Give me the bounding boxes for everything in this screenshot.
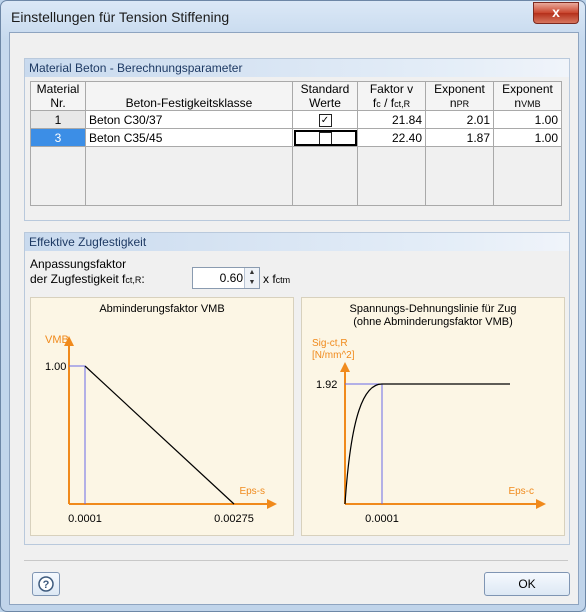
chart-sigma: Spannungs-Dehnungslinie für Zug (ohne Ab… <box>301 297 565 536</box>
x-axis-arrow <box>536 499 546 509</box>
col-header-npr: Exponent nPR <box>425 81 494 111</box>
row-nr-selected[interactable]: 3 <box>30 128 86 147</box>
factor-spinner-value[interactable]: 0.60 <box>220 271 243 285</box>
chart-vmb-plot: VMB Eps-s 1.00 0.0001 0.00275 <box>45 334 277 525</box>
ok-button[interactable]: OK <box>484 572 570 596</box>
row-class[interactable]: Beton C35/45 <box>85 128 293 147</box>
window-title: Einstellungen für Tension Stiffening <box>11 9 230 25</box>
title-bar: Einstellungen für Tension Stiffening x <box>1 1 585 31</box>
material-panel-header: Material Beton - Berechnungsparameter <box>25 59 569 77</box>
effective-panel: Effektive Zugfestigkeit Anpassungsfaktor… <box>24 232 570 545</box>
y-axis-label: Sig-ct,R <box>312 338 348 349</box>
col-header-nr: Material Nr. <box>30 81 86 111</box>
close-icon: x <box>552 4 560 20</box>
standard-checkbox[interactable] <box>318 131 332 145</box>
table-row[interactable]: 1 Beton C30/37 ✓ 21.84 2.01 1.00 <box>30 110 562 129</box>
x-axis-arrow <box>267 499 277 509</box>
y-tick-label: 1.00 <box>45 361 66 373</box>
close-button[interactable]: x <box>533 2 579 24</box>
row-nvmb[interactable]: 1.00 <box>493 110 562 129</box>
x-tick-label: 0.0001 <box>68 513 102 525</box>
factor-label-line1: Anpassungsfaktor <box>30 257 127 271</box>
y-axis-label: VMB <box>45 334 69 346</box>
col-header-standard: Standard Werte <box>292 81 358 111</box>
row-standard-cell[interactable]: ✓ <box>292 110 358 129</box>
table-header-row: Material Nr. Beton-Festigkeitsklasse Sta… <box>30 81 562 111</box>
standard-checkbox[interactable]: ✓ <box>318 113 332 127</box>
x-tick-label: 0.0001 <box>365 513 399 525</box>
svg-text:?: ? <box>43 579 50 591</box>
factor-spinner[interactable]: 0.60 ▲ ▼ <box>192 267 260 289</box>
row-nr[interactable]: 1 <box>30 110 86 129</box>
x-axis-label: Eps-s <box>239 486 265 497</box>
material-table: Material Nr. Beton-Festigkeitsklasse Sta… <box>30 81 562 206</box>
col-header-faktor: Faktor v fc / fct,R <box>357 81 426 111</box>
empty-row <box>30 146 562 206</box>
data-curve <box>344 383 510 505</box>
dialog-window: Einstellungen für Tension Stiffening x M… <box>0 0 586 612</box>
row-faktor[interactable]: 22.40 <box>357 128 426 147</box>
col-header-class: Beton-Festigkeitsklasse <box>85 81 293 111</box>
spinner-arrows-icon[interactable]: ▲ ▼ <box>244 268 259 288</box>
y-tick-label: 1.92 <box>316 379 337 391</box>
row-standard-cell[interactable] <box>292 128 358 147</box>
footer-divider <box>24 560 568 561</box>
help-icon: ? <box>38 576 54 592</box>
row-npr[interactable]: 1.87 <box>425 128 494 147</box>
col-header-nvmb: Exponent nVMB <box>493 81 562 111</box>
row-class[interactable]: Beton C30/37 <box>85 110 293 129</box>
effective-panel-header: Effektive Zugfestigkeit <box>25 233 569 251</box>
y-axis-arrow <box>340 362 350 372</box>
dialog-client: Material Beton - Berechnungsparameter Ma… <box>9 32 579 605</box>
chart-sigma-plot: Sig-ct,R[N/mm^2] Eps-c 1.92 0.0001 <box>312 338 546 525</box>
help-button[interactable]: ? <box>32 572 60 596</box>
x-axis-label: Eps-c <box>508 486 534 497</box>
material-panel: Material Beton - Berechnungsparameter Ma… <box>24 58 570 221</box>
y-axis-label-unit: [N/mm^2] <box>312 350 355 361</box>
x-tick-label: 0.00275 <box>214 513 254 525</box>
data-line <box>84 365 235 505</box>
row-npr[interactable]: 2.01 <box>425 110 494 129</box>
chart-vmb: Abminderungsfaktor VMB VMB Eps-s 1.00 0.000… <box>30 297 294 536</box>
row-faktor[interactable]: 21.84 <box>357 110 426 129</box>
row-nvmb[interactable]: 1.00 <box>493 128 562 147</box>
factor-label-line2: der Zugfestigkeit fct,R: <box>30 272 145 286</box>
table-row[interactable]: 3 Beton C35/45 22.40 1.87 1.00 <box>30 128 562 147</box>
factor-unit: x fctm <box>263 272 291 286</box>
